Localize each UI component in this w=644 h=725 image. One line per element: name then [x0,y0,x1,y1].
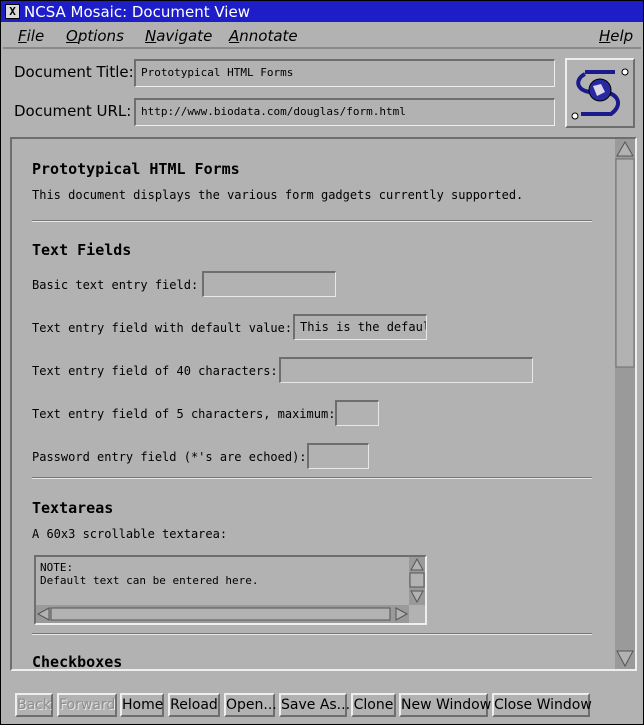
title-bar[interactable]: X NCSA Mosaic: Document View [1,1,643,22]
clone-button[interactable]: Clone [351,693,396,717]
textarea-vertical-scrollbar[interactable] [409,557,425,605]
document-content: Prototypical HTML Forms This document di… [12,139,615,669]
new-window-button[interactable]: New Window [399,693,491,717]
section-heading-textareas: Textareas [32,499,114,517]
basic-field-label: Basic text entry field: [32,278,199,292]
menu-annotate[interactable]: Annotate [229,27,298,45]
forty-char-input[interactable] [279,357,533,383]
divider [32,633,592,635]
back-button[interactable]: Back [15,693,53,717]
textarea-label: A 60x3 scrollable textarea: [32,527,228,541]
close-window-button[interactable]: Close Window [492,693,592,717]
document-url-value[interactable]: http://www.biodata.com/douglas/form.html [141,105,406,118]
textarea-text[interactable]: NOTE: Default text can be entered here. [40,561,259,587]
window-close-icon[interactable]: X [5,4,20,19]
document-url-field[interactable]: http://www.biodata.com/douglas/form.html [134,98,555,126]
forward-button[interactable]: Forward [57,693,117,717]
menu-options[interactable]: Options [66,27,124,45]
forty-field-label: Text entry field of 40 characters: [32,364,278,378]
document-vertical-scrollbar[interactable] [615,139,635,669]
mosaic-window: X NCSA Mosaic: Document View File Option… [0,0,644,725]
scrollable-textarea[interactable]: NOTE: Default text can be entered here. [34,555,427,625]
textarea-scroll-arrows-icon [409,557,425,604]
basic-text-input[interactable] [202,271,336,297]
textarea-hscroll-arrows-icon [36,607,409,621]
menu-navigate[interactable]: Navigate [145,27,212,45]
five-field-label: Text entry field of 5 characters, maximu… [32,407,336,421]
section-heading-text-fields: Text Fields [32,241,132,259]
divider [32,477,592,479]
intro-text: This document displays the various form … [32,188,524,202]
scrollbar-parts-icon [615,140,635,668]
divider [32,220,592,222]
page-heading: Prototypical HTML Forms [32,160,240,178]
ncsa-globe-logo-icon[interactable] [565,58,635,128]
document-title-label: Document Title: [14,63,134,81]
menu-bar: File Options Navigate Annotate Help [3,24,641,49]
window-title: NCSA Mosaic: Document View [24,3,250,21]
menu-file[interactable]: File [18,27,44,45]
menu-help[interactable]: Help [599,27,633,45]
save-as-button[interactable]: Save As... [279,693,350,717]
textarea-horizontal-scrollbar[interactable] [36,605,409,623]
password-input[interactable] [307,443,369,469]
password-field-label: Password entry field (*'s are echoed): [32,450,307,464]
default-text-input[interactable]: This is the default. [293,314,427,340]
five-char-input[interactable] [335,400,379,426]
default-field-label: Text entry field with default value: [32,321,293,335]
document-title-field[interactable]: Prototypical HTML Forms [134,59,555,87]
logo-graphic [571,68,629,120]
open-button[interactable]: Open... [224,693,277,717]
section-heading-checkboxes: Checkboxes [32,653,123,669]
reload-button[interactable]: Reload [168,693,220,717]
home-button[interactable]: Home [120,693,164,717]
document-url-label: Document URL: [14,102,132,120]
document-title-value: Prototypical HTML Forms [141,66,294,79]
document-viewport: Prototypical HTML Forms This document di… [10,137,637,671]
